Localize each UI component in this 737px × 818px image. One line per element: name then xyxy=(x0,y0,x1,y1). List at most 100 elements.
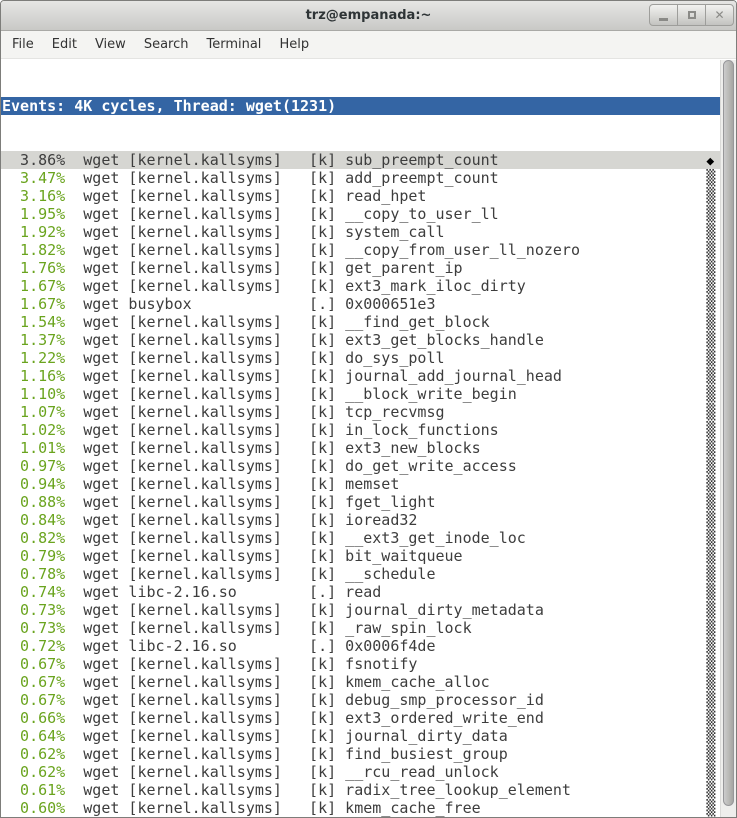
perf-row[interactable]: 0.74% wget libc-2.16.so [.] read ▒ xyxy=(2,583,720,601)
perf-row[interactable]: 1.67% wget [kernel.kallsyms] [k] ext3_ma… xyxy=(2,277,720,295)
perf-row[interactable]: 0.67% wget [kernel.kallsyms] [k] kmem_ca… xyxy=(2,673,720,691)
overhead-percent: 0.84% xyxy=(2,511,65,529)
overhead-percent: 0.78% xyxy=(2,565,65,583)
row-detail: wget [kernel.kallsyms] [k] read_hpet xyxy=(65,187,706,205)
row-texture-icon: ▒ xyxy=(706,493,715,511)
row-texture-icon: ▒ xyxy=(706,547,715,565)
overhead-percent: 0.67% xyxy=(2,691,65,709)
overhead-percent: 1.95% xyxy=(2,205,65,223)
minimize-button[interactable] xyxy=(649,4,678,26)
scrollbar-track[interactable] xyxy=(720,60,736,817)
row-detail: wget [kernel.kallsyms] [k] __copy_to_use… xyxy=(65,205,706,223)
perf-row[interactable]: 1.01% wget [kernel.kallsyms] [k] ext3_ne… xyxy=(2,439,720,457)
window-controls: ✕ xyxy=(650,4,734,26)
overhead-percent: 0.97% xyxy=(2,457,65,475)
row-texture-icon: ▒ xyxy=(706,709,715,727)
row-detail: wget [kernel.kallsyms] [k] _raw_spin_loc… xyxy=(65,619,706,637)
perf-row[interactable]: 0.84% wget [kernel.kallsyms] [k] ioread3… xyxy=(2,511,720,529)
perf-row[interactable]: 3.86% wget [kernel.kallsyms] [k] sub_pre… xyxy=(1,151,720,169)
perf-row[interactable]: 1.02% wget [kernel.kallsyms] [k] in_lock… xyxy=(2,421,720,439)
row-texture-icon: ▒ xyxy=(706,367,715,385)
overhead-percent: 0.82% xyxy=(2,529,65,547)
menu-file[interactable]: File xyxy=(3,32,43,57)
perf-row[interactable]: 1.67% wget busybox [.] 0x000651e3 ▒ xyxy=(2,295,720,313)
perf-row[interactable]: 0.79% wget [kernel.kallsyms] [k] bit_wai… xyxy=(2,547,720,565)
overhead-percent: 1.02% xyxy=(2,421,65,439)
perf-row[interactable]: 0.97% wget [kernel.kallsyms] [k] do_get_… xyxy=(2,457,720,475)
perf-row[interactable]: 1.10% wget [kernel.kallsyms] [k] __block… xyxy=(2,385,720,403)
perf-row[interactable]: 1.82% wget [kernel.kallsyms] [k] __copy_… xyxy=(2,241,720,259)
overhead-percent: 0.64% xyxy=(2,727,65,745)
menu-terminal[interactable]: Terminal xyxy=(197,32,270,57)
perf-row[interactable]: 0.61% wget [kernel.kallsyms] [k] radix_t… xyxy=(2,781,720,799)
perf-row[interactable]: 1.95% wget [kernel.kallsyms] [k] __copy_… xyxy=(2,205,720,223)
overhead-percent: 0.66% xyxy=(2,709,65,727)
perf-row[interactable]: 0.88% wget [kernel.kallsyms] [k] fget_li… xyxy=(2,493,720,511)
perf-row[interactable]: 0.72% wget libc-2.16.so [.] 0x0006f4de ▒ xyxy=(2,637,720,655)
perf-row[interactable]: 1.92% wget [kernel.kallsyms] [k] system_… xyxy=(2,223,720,241)
overhead-percent: 1.37% xyxy=(2,331,65,349)
row-texture-icon: ▒ xyxy=(706,439,715,457)
perf-row[interactable]: 0.78% wget [kernel.kallsyms] [k] __sched… xyxy=(2,565,720,583)
row-texture-icon: ▒ xyxy=(706,421,715,439)
perf-row[interactable]: 1.22% wget [kernel.kallsyms] [k] do_sys_… xyxy=(2,349,720,367)
overhead-percent: 0.72% xyxy=(2,637,65,655)
row-detail: wget libc-2.16.so [.] read xyxy=(65,583,706,601)
overhead-percent: 0.62% xyxy=(2,763,65,781)
perf-row[interactable]: 0.67% wget [kernel.kallsyms] [k] fsnotif… xyxy=(2,655,720,673)
perf-row[interactable]: 0.60% wget [kernel.kallsyms] [k] kmem_ca… xyxy=(2,799,720,817)
perf-row[interactable]: 1.16% wget [kernel.kallsyms] [k] journal… xyxy=(2,367,720,385)
row-detail: wget [kernel.kallsyms] [k] add_preempt_c… xyxy=(65,169,706,187)
overhead-percent: 1.54% xyxy=(2,313,65,331)
perf-row[interactable]: 0.62% wget [kernel.kallsyms] [k] __rcu_r… xyxy=(2,763,720,781)
perf-row[interactable]: 3.16% wget [kernel.kallsyms] [k] read_hp… xyxy=(2,187,720,205)
scrollbar-thumb[interactable] xyxy=(723,60,734,806)
menu-view[interactable]: View xyxy=(86,32,135,57)
row-detail: wget [kernel.kallsyms] [k] journal_dirty… xyxy=(65,601,706,619)
perf-row[interactable]: 1.54% wget [kernel.kallsyms] [k] __find_… xyxy=(2,313,720,331)
perf-row[interactable]: 0.66% wget [kernel.kallsyms] [k] ext3_or… xyxy=(2,709,720,727)
perf-row[interactable]: 0.94% wget [kernel.kallsyms] [k] memset … xyxy=(2,475,720,493)
row-detail: wget [kernel.kallsyms] [k] kmem_cache_fr… xyxy=(65,799,706,817)
row-detail: wget [kernel.kallsyms] [k] bit_waitqueue xyxy=(65,547,706,565)
menu-search[interactable]: Search xyxy=(135,32,198,57)
overhead-percent: 1.07% xyxy=(2,403,65,421)
row-texture-icon: ▒ xyxy=(706,583,715,601)
row-detail: wget [kernel.kallsyms] [k] ext3_get_bloc… xyxy=(65,331,706,349)
maximize-button[interactable] xyxy=(677,4,706,26)
close-button[interactable]: ✕ xyxy=(705,4,734,26)
terminal-screen[interactable]: Events: 4K cycles, Thread: wget(1231) 3.… xyxy=(1,60,720,817)
row-texture-icon: ▒ xyxy=(706,601,715,619)
row-detail: wget [kernel.kallsyms] [k] system_call xyxy=(65,223,706,241)
row-texture-icon: ▒ xyxy=(706,655,715,673)
perf-row[interactable]: 0.64% wget [kernel.kallsyms] [k] journal… xyxy=(2,727,720,745)
row-detail: wget [kernel.kallsyms] [k] fget_light xyxy=(65,493,706,511)
row-detail: wget [kernel.kallsyms] [k] sub_preempt_c… xyxy=(65,151,706,169)
row-detail: wget [kernel.kallsyms] [k] ext3_ordered_… xyxy=(65,709,706,727)
perf-row[interactable]: 0.73% wget [kernel.kallsyms] [k] journal… xyxy=(2,601,720,619)
row-texture-icon: ▒ xyxy=(706,187,715,205)
overhead-percent: 1.01% xyxy=(2,439,65,457)
perf-row[interactable]: 1.07% wget [kernel.kallsyms] [k] tcp_rec… xyxy=(2,403,720,421)
titlebar[interactable]: trz@empanada:~ ✕ xyxy=(1,1,736,31)
maximize-icon xyxy=(688,11,696,19)
row-texture-icon: ▒ xyxy=(706,727,715,745)
row-texture-icon: ▒ xyxy=(706,313,715,331)
perf-row[interactable]: 0.73% wget [kernel.kallsyms] [k] _raw_sp… xyxy=(2,619,720,637)
perf-row[interactable]: 1.37% wget [kernel.kallsyms] [k] ext3_ge… xyxy=(2,331,720,349)
row-detail: wget [kernel.kallsyms] [k] __schedule xyxy=(65,565,706,583)
menu-help[interactable]: Help xyxy=(270,32,318,57)
overhead-percent: 0.88% xyxy=(2,493,65,511)
perf-row[interactable]: 3.47% wget [kernel.kallsyms] [k] add_pre… xyxy=(2,169,720,187)
minimize-icon xyxy=(659,18,668,21)
row-texture-icon: ▒ xyxy=(706,349,715,367)
perf-row[interactable]: 1.76% wget [kernel.kallsyms] [k] get_par… xyxy=(2,259,720,277)
overhead-percent: 0.67% xyxy=(2,655,65,673)
menu-edit[interactable]: Edit xyxy=(43,32,86,57)
perf-row[interactable]: 0.67% wget [kernel.kallsyms] [k] debug_s… xyxy=(2,691,720,709)
perf-row[interactable]: 0.82% wget [kernel.kallsyms] [k] __ext3_… xyxy=(2,529,720,547)
row-detail: wget [kernel.kallsyms] [k] do_sys_poll xyxy=(65,349,706,367)
perf-row[interactable]: 0.62% wget [kernel.kallsyms] [k] find_bu… xyxy=(2,745,720,763)
row-detail: wget [kernel.kallsyms] [k] radix_tree_lo… xyxy=(65,781,706,799)
row-texture-icon: ▒ xyxy=(706,673,715,691)
